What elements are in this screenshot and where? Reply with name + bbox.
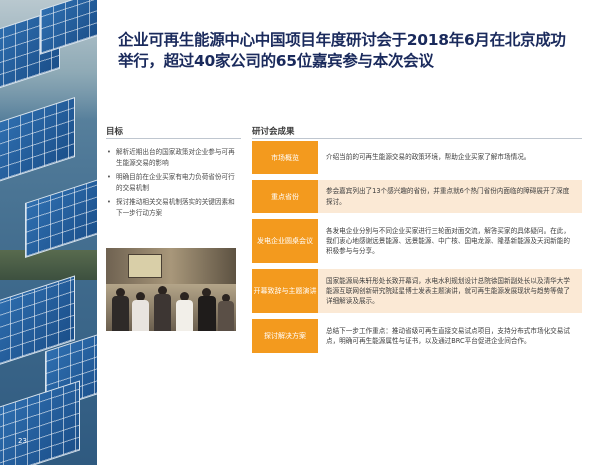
solar-panels-photo: 23 xyxy=(0,0,97,465)
list-item: 明确目前在企业买家有电力负荷省份可行的交易机制 xyxy=(106,172,241,193)
row-label: 发电企业圆桌会议 xyxy=(252,219,318,263)
goals-heading: 目标 xyxy=(106,127,124,137)
row-label: 重点省份 xyxy=(252,180,318,213)
table-row: 市场概览 介绍当前的可再生能源交易的政策环境，帮助企业买家了解市场情况。 xyxy=(252,141,582,174)
goals-list: 解析近期出台的国家政策对企业参与可再生能源交易的影响 明确目前在企业买家有电力负… xyxy=(106,147,241,222)
results-table: 市场概览 介绍当前的可再生能源交易的政策环境，帮助企业买家了解市场情况。 重点省… xyxy=(252,141,582,353)
row-label: 探讨解决方案 xyxy=(252,319,318,353)
table-row: 重点省份 参会嘉宾列出了13个感兴趣的省份，并重点就6个热门省份内面临的障碍展开… xyxy=(252,180,582,213)
table-row: 发电企业圆桌会议 各发电企业分别与不同企业买家进行三轮面对面交流，解答买家的具体… xyxy=(252,219,582,263)
row-label: 开幕致辞与主题演讲 xyxy=(252,269,318,313)
results-divider xyxy=(252,138,582,139)
list-item: 探讨推动相关交易机制落实的关键因素和下一步行动方案 xyxy=(106,197,241,218)
row-text: 总结下一步工作重点：推动省级可再生直接交易试点项目，支持分布式市场化交易试点，明… xyxy=(326,326,570,345)
results-heading: 研讨会成果 xyxy=(252,127,295,137)
row-label: 市场概览 xyxy=(252,141,318,174)
row-text: 国家能源局朱轩彤处长致开幕词，水电水利规划设计总院徐国新副处长以及清华大学能源互… xyxy=(326,276,570,306)
table-row: 开幕致辞与主题演讲 国家能源局朱轩彤处长致开幕词，水电水利规划设计总院徐国新副处… xyxy=(252,269,582,313)
row-text: 参会嘉宾列出了13个感兴趣的省份，并重点就6个热门省份内面临的障碍展开了深度探讨… xyxy=(326,187,570,206)
page-title: 企业可再生能源中心中国项目年度研讨会于2018年6月在北京成功举行，超过40家公… xyxy=(118,31,566,70)
goals-divider xyxy=(106,138,241,139)
page-number: 23 xyxy=(18,437,27,445)
list-item: 解析近期出台的国家政策对企业参与可再生能源交易的影响 xyxy=(106,147,241,168)
conference-photo xyxy=(106,248,236,331)
table-row: 探讨解决方案 总结下一步工作重点：推动省级可再生直接交易试点项目，支持分布式市场… xyxy=(252,319,582,353)
row-text: 各发电企业分别与不同企业买家进行三轮面对面交流，解答买家的具体疑问。在此，我们衷… xyxy=(326,226,570,256)
row-text: 介绍当前的可再生能源交易的政策环境，帮助企业买家了解市场情况。 xyxy=(326,153,531,162)
